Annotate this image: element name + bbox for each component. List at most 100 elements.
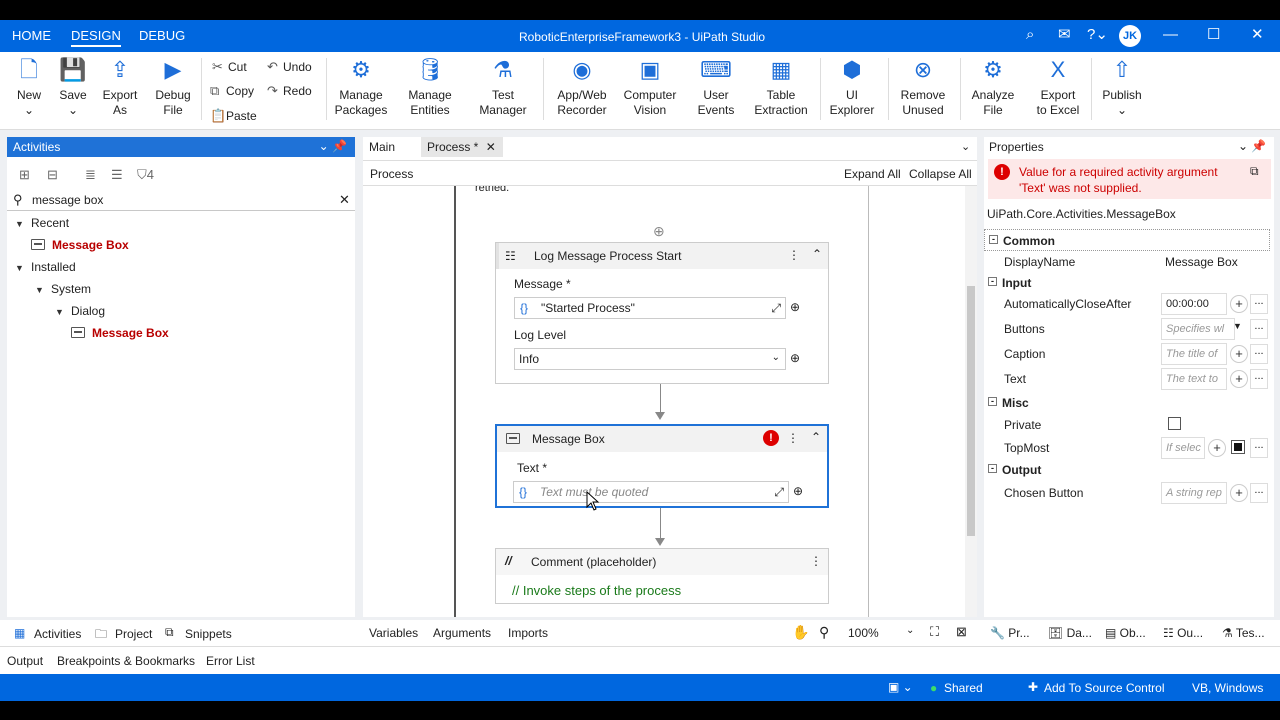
- copy-icon[interactable]: ⧉: [1250, 164, 1259, 179]
- sort-icon[interactable]: ≣: [85, 167, 96, 183]
- expand-editor-icon[interactable]: ⤢: [774, 485, 784, 500]
- export-as-button[interactable]: ⇪ Export As: [100, 56, 140, 118]
- tab-arguments[interactable]: Arguments: [433, 626, 491, 640]
- activity-search[interactable]: ⚲ message box ✕: [7, 189, 355, 211]
- tab-debug[interactable]: DEBUG: [139, 28, 185, 43]
- collapse-icon[interactable]: -: [989, 235, 998, 244]
- help-icon[interactable]: ?⌄: [1087, 27, 1108, 43]
- more-icon[interactable]: ⋮: [787, 431, 799, 445]
- tab-output[interactable]: Output: [7, 654, 43, 668]
- redo-button[interactable]: ↷ Redo: [267, 83, 312, 99]
- scroll-thumb[interactable]: [967, 286, 975, 536]
- text-field[interactable]: {} Text must be quoted ⤢: [513, 481, 789, 503]
- feedback-icon[interactable]: ✉: [1058, 27, 1071, 43]
- tab-activities[interactable]: Activities: [34, 627, 81, 641]
- collapse-icon[interactable]: -: [988, 277, 997, 286]
- cut-button[interactable]: ✂ Cut: [212, 59, 247, 75]
- category-output[interactable]: - Output: [984, 459, 1274, 481]
- tab-process[interactable]: Process * ✕: [421, 137, 503, 157]
- tab-test-explorer[interactable]: ⚗ Tes...: [1222, 626, 1265, 640]
- tree-installed[interactable]: Installed: [31, 260, 76, 274]
- caption-input[interactable]: The title of: [1161, 343, 1227, 365]
- message-field[interactable]: {} "Started Process" ⤢: [514, 297, 786, 319]
- message-box-card[interactable]: Message Box! ⋮ ⌃ Text * {} Text must be quo…: [495, 424, 829, 508]
- clear-search-icon[interactable]: ✕: [339, 192, 350, 208]
- test-manager-button[interactable]: ⚗ Test Manager: [474, 56, 532, 118]
- tab-outline[interactable]: ☷ Ou...: [1163, 626, 1203, 640]
- buttons-input[interactable]: Specifies wl: [1161, 318, 1235, 340]
- more-icon[interactable]: ⋮: [788, 248, 800, 262]
- vertical-scrollbar[interactable]: [965, 186, 977, 617]
- private-checkbox[interactable]: [1168, 417, 1181, 430]
- user-events-button[interactable]: ⌨ User Events: [692, 56, 740, 118]
- close-icon[interactable]: ✕: [1251, 27, 1264, 43]
- plus-icon[interactable]: +: [1230, 345, 1248, 363]
- ellipsis-button[interactable]: ...: [1250, 319, 1268, 339]
- debug-file-button[interactable]: ▶ Debug File: [151, 56, 195, 118]
- workflow-canvas[interactable]: retried. ⊕ ☷ Log Message Process Start ⋮ ⌃ …: [363, 186, 965, 617]
- tree-dialog-message-box[interactable]: Message Box: [92, 326, 169, 340]
- plus-icon[interactable]: ⊕: [793, 484, 803, 498]
- user-avatar[interactable]: JK: [1119, 25, 1141, 47]
- tab-main[interactable]: Main: [369, 140, 395, 154]
- zoom-level[interactable]: 100%: [848, 626, 879, 640]
- plus-icon[interactable]: ⊕: [790, 351, 800, 365]
- plus-icon[interactable]: ⊕: [790, 300, 800, 314]
- dropdown-icon[interactable]: ▼: [1233, 321, 1242, 331]
- tab-properties[interactable]: 🔧 Pr...: [990, 626, 1030, 640]
- log-level-select[interactable]: Info ⌄: [514, 348, 786, 370]
- collapse-all-icon[interactable]: ⊟: [47, 167, 58, 183]
- orchestrator-icon[interactable]: ▣ ⌄: [888, 680, 913, 694]
- more-icon[interactable]: ⋮: [810, 554, 822, 568]
- tab-design[interactable]: DESIGN: [71, 28, 121, 47]
- ellipsis-button[interactable]: ...: [1250, 369, 1268, 389]
- save-button[interactable]: 💾 Save ⌄: [56, 56, 90, 118]
- collapse-icon[interactable]: -: [988, 397, 997, 406]
- collapse-icon[interactable]: ⌃: [812, 247, 822, 261]
- ui-explorer-button[interactable]: ⬢ UI Explorer: [828, 56, 876, 118]
- ellipsis-button[interactable]: ...: [1250, 483, 1268, 503]
- error-icon[interactable]: !: [763, 430, 779, 446]
- chevron-down-icon[interactable]: ▼: [15, 219, 24, 229]
- displayname-input[interactable]: Message Box: [1165, 255, 1238, 269]
- add-to-source-control[interactable]: Add To Source Control: [1044, 681, 1165, 695]
- ellipsis-button[interactable]: ...: [1250, 438, 1268, 458]
- category-misc[interactable]: - Misc: [984, 392, 1274, 414]
- tree-system[interactable]: System: [51, 282, 91, 296]
- chevron-down-icon[interactable]: ▼: [35, 285, 44, 295]
- overview-icon[interactable]: ⊠: [956, 624, 967, 640]
- expand-editor-icon[interactable]: ⤢: [771, 301, 781, 316]
- collapse-icon[interactable]: -: [988, 464, 997, 473]
- export-to-excel-button[interactable]: X Export to Excel: [1032, 56, 1084, 118]
- tree-recent-message-box[interactable]: Message Box: [52, 238, 129, 252]
- manage-packages-button[interactable]: ⚙ Manage Packages: [334, 56, 388, 118]
- add-activity-icon[interactable]: ⊕: [653, 223, 665, 240]
- search-icon[interactable]: ⌕: [1026, 27, 1034, 43]
- plus-icon[interactable]: +: [1230, 295, 1248, 313]
- tree-dialog[interactable]: Dialog: [71, 304, 105, 318]
- tab-object-repository[interactable]: ▤ Ob...: [1105, 626, 1146, 640]
- chevron-down-icon[interactable]: ⌄: [906, 625, 914, 636]
- topmost-checkbox[interactable]: [1231, 440, 1245, 454]
- tab-imports[interactable]: Imports: [508, 626, 548, 640]
- topmost-input[interactable]: If selec: [1161, 437, 1205, 459]
- language-indicator[interactable]: VB, Windows: [1192, 681, 1263, 695]
- list-icon[interactable]: ☰: [111, 167, 123, 183]
- analyze-file-button[interactable]: ⚙ Analyze File: [968, 56, 1018, 118]
- minimize-icon[interactable]: —: [1163, 27, 1178, 43]
- plus-icon[interactable]: +: [1230, 370, 1248, 388]
- remove-unused-button[interactable]: ⊗ Remove Unused: [896, 56, 950, 118]
- zoom-icon[interactable]: ⚲: [819, 624, 829, 641]
- filter-icon[interactable]: ⛉4: [137, 167, 154, 183]
- search-input[interactable]: message box: [32, 193, 103, 207]
- log-message-card[interactable]: ☷ Log Message Process Start ⋮ ⌃ Message * {…: [495, 242, 829, 384]
- tab-home[interactable]: HOME: [12, 28, 51, 43]
- plus-icon[interactable]: +: [1230, 484, 1248, 502]
- app-web-recorder-button[interactable]: ◉ App/Web Recorder: [554, 56, 610, 118]
- ellipsis-button[interactable]: ...: [1250, 344, 1268, 364]
- comment-card[interactable]: //Comment (placeholder) ⋮ // Invoke steps…: [495, 548, 829, 604]
- tab-error-list[interactable]: Error List: [206, 654, 255, 668]
- expand-all-icon[interactable]: ⊞: [19, 167, 30, 183]
- table-extraction-button[interactable]: ▦ Table Extraction: [752, 56, 810, 118]
- tree-recent[interactable]: Recent: [31, 216, 69, 230]
